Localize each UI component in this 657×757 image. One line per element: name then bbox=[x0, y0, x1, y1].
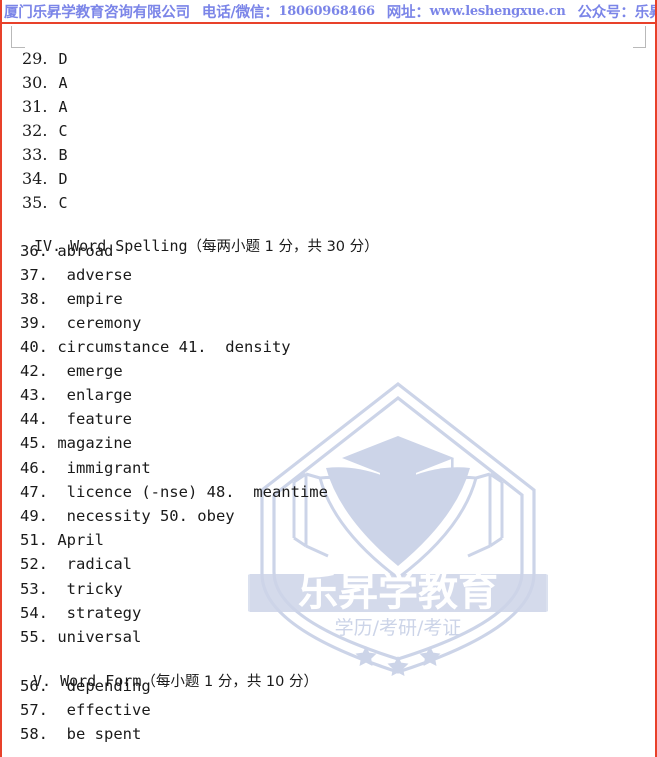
spelling-row: 42. emerge bbox=[20, 362, 123, 380]
answer-row: 33. B bbox=[22, 145, 67, 165]
answer-number: 33. bbox=[22, 145, 48, 164]
answer-value: A bbox=[58, 74, 68, 92]
header-website-label: 网址： bbox=[386, 3, 430, 21]
spelling-row: 46. immigrant bbox=[20, 459, 151, 477]
answer-value: D bbox=[58, 50, 68, 68]
header-phone-number: 18060968466 bbox=[278, 3, 376, 19]
spelling-row: 54. strategy bbox=[20, 604, 142, 622]
answer-row: 29. D bbox=[22, 49, 67, 69]
answer-value: A bbox=[58, 98, 68, 116]
spelling-row: 37. adverse bbox=[20, 266, 132, 284]
spelling-row: 40. circumstance 41. density bbox=[20, 338, 291, 356]
spelling-row: 36. abroad bbox=[20, 242, 114, 260]
answer-number: 30. bbox=[22, 73, 48, 92]
page-header-band: 厦门乐昇学教育咨询有限公司 电话/微信： 18060968466 网址： www… bbox=[0, 0, 657, 24]
answer-number: 35. bbox=[22, 193, 48, 212]
spelling-row: 43. enlarge bbox=[20, 386, 132, 404]
page-header-text: 厦门乐昇学教育咨询有限公司 电话/微信： 18060968466 网址： www… bbox=[4, 0, 657, 22]
watermark-banner-text: 乐昇学教育 bbox=[298, 569, 498, 615]
header-company-name: 厦门乐昇学教育咨询有限公司 bbox=[4, 3, 190, 21]
answer-row: 35. C bbox=[22, 193, 67, 213]
header-wechat-label: 公众号： bbox=[577, 3, 635, 21]
answer-number: 34. bbox=[22, 169, 48, 188]
spelling-row: 51. April bbox=[20, 531, 104, 549]
spelling-row: 52. radical bbox=[20, 555, 132, 573]
answer-row: 32. C bbox=[22, 121, 67, 141]
header-website-url: www.leshengxue.cn bbox=[429, 3, 566, 19]
spelling-row: 47. licence (-nse) 48. meantime bbox=[20, 483, 328, 501]
header-phone-label: 电话/微信： bbox=[201, 3, 279, 21]
word-form-row: 57. effective bbox=[20, 701, 151, 719]
answer-row: 30. A bbox=[22, 73, 67, 93]
word-form-row: 58. be spent bbox=[20, 725, 142, 743]
answer-value: D bbox=[58, 170, 68, 188]
section-scoring-note: （每小题 1 分，共 10 分） bbox=[141, 674, 318, 690]
spelling-row: 45. magazine bbox=[20, 434, 132, 452]
answer-row: 34. D bbox=[22, 169, 67, 189]
spelling-row: 44. feature bbox=[20, 410, 132, 428]
answer-number: 29. bbox=[22, 49, 48, 68]
watermark-stars bbox=[355, 646, 441, 676]
spelling-row: 39. ceremony bbox=[20, 314, 142, 332]
page-corner-mark-top-left bbox=[11, 26, 25, 48]
word-form-row: 56. depending bbox=[20, 677, 151, 695]
answer-number: 32. bbox=[22, 121, 48, 140]
watermark-subtitle: 学历/考研/考证 bbox=[335, 617, 462, 639]
answer-value: C bbox=[58, 122, 68, 140]
spelling-row: 38. empire bbox=[20, 290, 123, 308]
spelling-row: 49. necessity 50. obey bbox=[20, 507, 235, 525]
answer-value: B bbox=[58, 146, 68, 164]
answer-row: 31. A bbox=[22, 97, 67, 117]
page-corner-mark-top-right bbox=[633, 26, 647, 48]
spelling-row: 53. tricky bbox=[20, 580, 123, 598]
answer-value: C bbox=[58, 194, 68, 212]
answer-number: 31. bbox=[22, 97, 48, 116]
header-wechat-name: 乐昇学 bbox=[634, 3, 657, 21]
section-scoring-note: （每两小题 1 分，共 30 分） bbox=[187, 239, 379, 255]
watermark-logo: 乐昇学教育 学历/考研/考证 bbox=[248, 378, 548, 678]
spelling-row: 55. universal bbox=[20, 628, 142, 646]
